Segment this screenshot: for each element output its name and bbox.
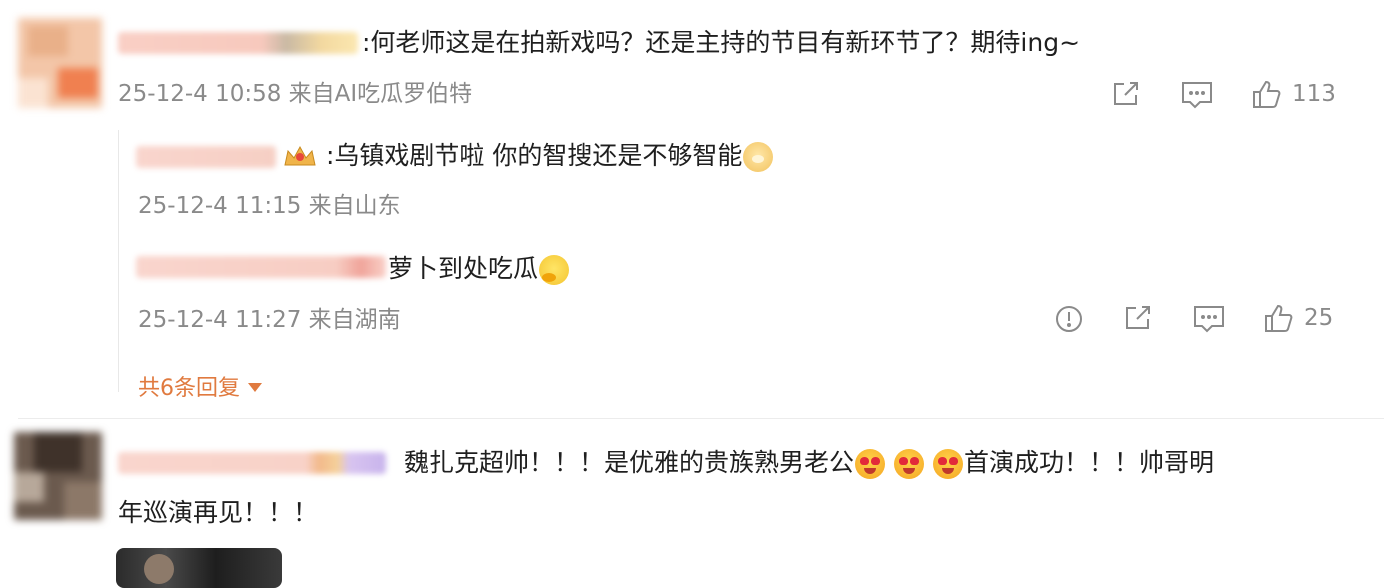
like-count: 25 <box>1304 305 1334 331</box>
avatar[interactable] <box>14 432 102 520</box>
comment-button[interactable] <box>1180 78 1214 110</box>
divider <box>18 418 1384 419</box>
comment-meta: 25-12-4 10:58 来自AI吃瓜罗伯特 <box>118 81 473 107</box>
comment-icon <box>1182 82 1212 109</box>
reply-thread-line <box>118 130 119 392</box>
reply-username[interactable] <box>136 256 386 278</box>
comment-text: :何老师这是在拍新戏吗？还是主持的节目有新环节了？期待ing~ <box>362 28 1081 57</box>
reply-text: 萝卜到处吃瓜 <box>388 254 570 285</box>
reply-meta: 25-12-4 11:15 来自山东 <box>138 193 401 219</box>
like-button[interactable]: 25 <box>1262 302 1333 334</box>
reply-text-content: :乌镇戏剧节啦 你的智搜还是不够智能 <box>326 141 743 170</box>
doge-emoji-icon <box>743 142 774 172</box>
share-icon <box>1114 82 1138 105</box>
reply-text: :乌镇戏剧节啦 你的智搜还是不够智能 <box>326 141 774 172</box>
like-icon <box>1253 80 1281 108</box>
reply-text-content: 萝卜到处吃瓜 <box>388 254 539 283</box>
report-button[interactable] <box>1054 304 1084 334</box>
reply-meta: 25-12-4 11:27 来自湖南 <box>138 307 401 333</box>
comment-text-part: 首演成功！！！帅哥明 <box>964 448 1215 477</box>
comment-icon <box>1194 306 1224 333</box>
thinking-emoji-icon <box>539 255 570 285</box>
share-button[interactable] <box>1122 302 1154 334</box>
like-icon <box>1265 304 1293 332</box>
crown-icon <box>282 143 318 169</box>
share-icon <box>1126 306 1150 329</box>
heart-eyes-emoji-icon <box>894 449 925 479</box>
comment-image-thumbnail[interactable] <box>116 548 282 588</box>
comment-text-part: 魏扎克超帅！！！是优雅的贵族熟男老公 <box>404 448 855 477</box>
heart-eyes-emoji-icon <box>933 449 964 479</box>
report-icon <box>1056 306 1082 332</box>
comment-text-line2: 年巡演再见！！！ <box>118 498 319 527</box>
avatar[interactable] <box>18 18 102 108</box>
comment-button[interactable] <box>1192 302 1226 334</box>
more-replies-label: 共6条回复 <box>138 376 240 401</box>
comment-text: 魏扎克超帅！！！是优雅的贵族熟男老公 首演成功！！！帅哥明 <box>404 448 1214 479</box>
like-button[interactable]: 113 <box>1250 78 1336 110</box>
username[interactable] <box>118 452 386 474</box>
username[interactable] <box>118 32 358 54</box>
heart-eyes-emoji-icon <box>855 449 886 479</box>
share-button[interactable] <box>1110 78 1142 110</box>
reply-username[interactable] <box>136 146 276 168</box>
caret-down-icon <box>248 382 262 392</box>
more-replies-link[interactable]: 共6条回复 <box>138 370 262 402</box>
like-count: 113 <box>1292 81 1336 107</box>
